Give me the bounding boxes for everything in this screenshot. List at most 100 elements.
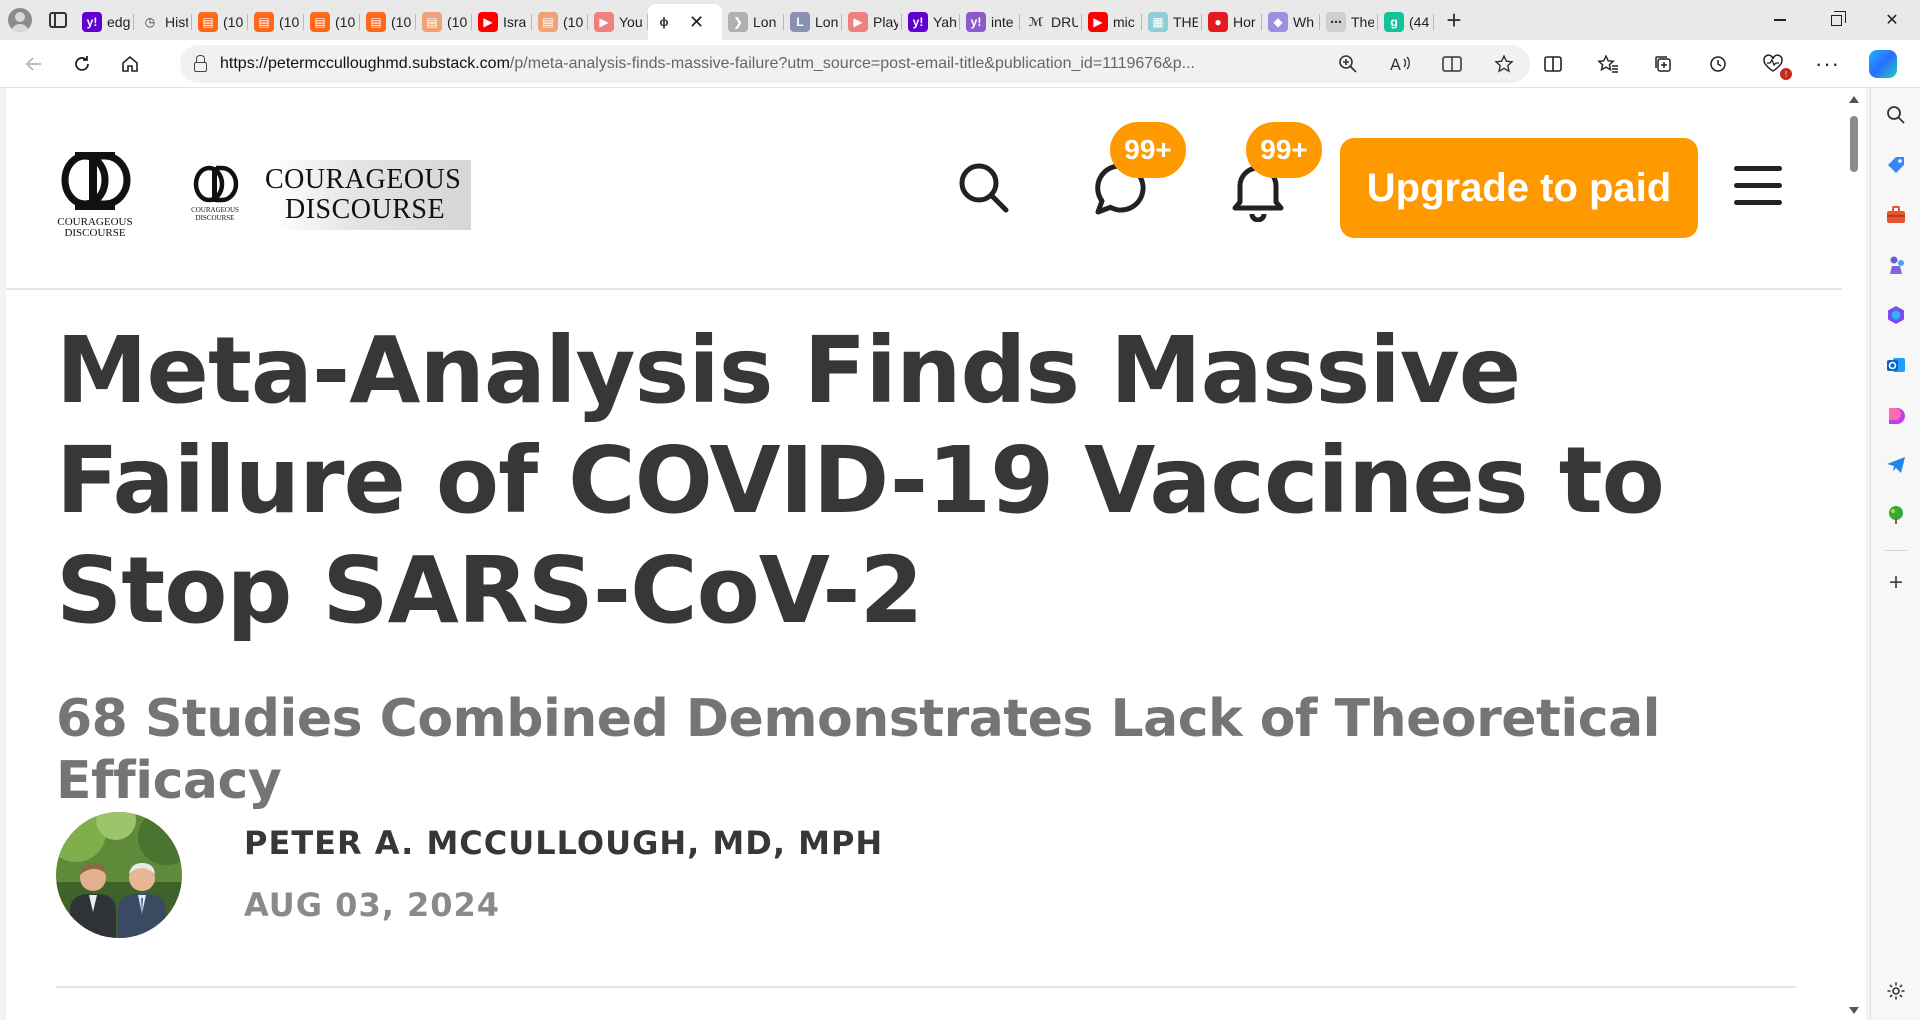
- post-title: Meta-Analysis Finds Massive Failure of C…: [56, 317, 1665, 644]
- hamburger-line: [1734, 166, 1782, 171]
- profile-button[interactable]: [0, 0, 40, 40]
- copilot-button[interactable]: [1855, 44, 1910, 84]
- browser-tab[interactable]: ⋯ The: [1320, 6, 1378, 38]
- tab-title: edg: [107, 14, 130, 30]
- new-tab-button[interactable]: +: [1434, 0, 1474, 40]
- svg-text:A: A: [1390, 55, 1401, 74]
- browser-essentials-button[interactable]: !: [1745, 44, 1800, 84]
- upgrade-to-paid-button[interactable]: Upgrade to paid: [1340, 138, 1698, 238]
- substack-icon: ▤: [422, 12, 442, 32]
- tab-title: (10: [447, 14, 468, 30]
- browser-tab[interactable]: ◷ Hist: [134, 6, 192, 38]
- browser-tab[interactable]: ▤ (10: [360, 6, 416, 38]
- tab-title: inte: [991, 14, 1014, 30]
- sidebar-m365-button[interactable]: [1883, 302, 1909, 328]
- scroll-down-icon[interactable]: [1849, 1007, 1859, 1014]
- site-info-button[interactable]: [180, 54, 220, 72]
- history-button[interactable]: [1690, 44, 1745, 84]
- courageous-discourse-icon: ϕ: [654, 12, 674, 32]
- browser-tab[interactable]: y! edg: [76, 6, 134, 38]
- settings-more-button[interactable]: ···: [1800, 44, 1855, 84]
- tab-title: Hist: [165, 14, 188, 30]
- collections-button[interactable]: [1635, 44, 1690, 84]
- browser-tab[interactable]: ▤ (10: [192, 6, 248, 38]
- scroll-up-icon[interactable]: [1849, 96, 1859, 103]
- url-host: https://petermcculloughmd.substack.com: [220, 55, 510, 72]
- svg-text:DISCOURSE: DISCOURSE: [64, 227, 125, 239]
- yahoo-icon: y!: [966, 12, 986, 32]
- scroll-thumb[interactable]: [1850, 116, 1858, 172]
- browser-tab[interactable]: g (44: [1378, 6, 1434, 38]
- search-icon[interactable]: [956, 160, 1010, 214]
- yahoo-icon: y!: [908, 12, 928, 32]
- browser-tab[interactable]: ▶ mic: [1082, 6, 1142, 38]
- wordmark-text: COURAGEOUS DISCOURSE: [265, 165, 461, 225]
- browser-tab[interactable]: ▶ You: [588, 6, 648, 38]
- browser-tab[interactable]: ● Hor: [1202, 6, 1262, 38]
- chess-piece-icon: [1890, 256, 1904, 274]
- browser-tab[interactable]: ▶ Isra: [472, 6, 532, 38]
- browser-tab[interactable]: ϕ ✕: [648, 4, 722, 40]
- sidebar-add-button[interactable]: +: [1883, 569, 1909, 596]
- tab-title: You: [619, 14, 643, 30]
- tab-actions-button[interactable]: [40, 0, 76, 40]
- read-aloud-button[interactable]: A: [1374, 46, 1426, 82]
- home-icon: [122, 55, 138, 72]
- browser-tab[interactable]: ▶ Play: [842, 6, 902, 38]
- sidebar-settings-button[interactable]: [1883, 978, 1909, 1004]
- substack-icon: ▤: [538, 12, 558, 32]
- sidebar-shopping-button[interactable]: [1883, 152, 1909, 178]
- url-text[interactable]: https://petermcculloughmd.substack.com/p…: [220, 55, 1305, 73]
- back-button[interactable]: [10, 44, 58, 84]
- minimize-button[interactable]: [1752, 0, 1808, 40]
- sidebar-search-button[interactable]: [1883, 102, 1909, 128]
- hamburger-line: [1734, 200, 1782, 205]
- browser-tab[interactable]: ▤ (10: [532, 6, 588, 38]
- collections-icon: [1654, 56, 1671, 72]
- browser-tab[interactable]: L Lon: [784, 6, 842, 38]
- favorites-button[interactable]: [1580, 44, 1635, 84]
- svg-text:DISCOURSE: DISCOURSE: [196, 214, 235, 222]
- refresh-button[interactable]: [58, 44, 106, 84]
- sidebar-copilot-designer-button[interactable]: [1883, 402, 1909, 428]
- history-icon: ◷: [140, 12, 160, 32]
- sidebar-telegram-button[interactable]: [1883, 452, 1909, 478]
- zoom-button[interactable]: [1322, 46, 1374, 82]
- split-screen-icon: [1543, 56, 1562, 72]
- close-window-button[interactable]: ✕: [1864, 0, 1920, 40]
- courageous-discourse-logo-icon[interactable]: COURAGEOUS DISCOURSE: [55, 150, 135, 240]
- author-name-link[interactable]: PETER A. MCCULLOUGH, MD, MPH: [244, 824, 883, 862]
- sidebar-games-button[interactable]: [1883, 252, 1909, 278]
- page-scrollbar[interactable]: [1842, 88, 1866, 1020]
- browser-tab[interactable]: ▤ (10: [304, 6, 360, 38]
- sidebar-tree-button[interactable]: [1883, 502, 1909, 528]
- split-screen-button[interactable]: [1525, 44, 1580, 84]
- sidebar-outlook-button[interactable]: [1883, 352, 1909, 378]
- author-avatar[interactable]: [56, 812, 182, 938]
- browser-tab[interactable]: ℳ DRU: [1020, 6, 1082, 38]
- close-tab-icon[interactable]: ✕: [689, 13, 704, 31]
- yahoo-icon: y!: [82, 12, 102, 32]
- restore-button[interactable]: [1808, 0, 1864, 40]
- browser-tab[interactable]: ▤ (10: [248, 6, 304, 38]
- tag-icon: [1888, 157, 1904, 173]
- courageous-discourse-wordmark[interactable]: COURAGEOUS DISCOURSE COURAGEOUS DISCOURS…: [181, 160, 471, 230]
- browser-tab[interactable]: y! inte: [960, 6, 1020, 38]
- favorite-star-button[interactable]: [1478, 46, 1530, 82]
- home-button[interactable]: [106, 44, 154, 84]
- substack-icon: ▤: [254, 12, 274, 32]
- address-bar[interactable]: https://petermcculloughmd.substack.com/p…: [180, 45, 1530, 83]
- browser-tab[interactable]: ◆ Wh: [1262, 6, 1320, 38]
- browser-tab[interactable]: y! Yah: [902, 6, 960, 38]
- immersive-reader-button[interactable]: [1426, 46, 1478, 82]
- history-icon: [1709, 56, 1726, 72]
- menu-hamburger-icon[interactable]: [1734, 166, 1782, 206]
- window-controls: ✕: [1752, 0, 1920, 40]
- tab-strip: y! edg ◷ Hist ▤ (10 ▤ (10 ▤ (10 ▤ (10 ▤ (10 ▶ Isra ▤ (10 ▶…: [0, 0, 1920, 40]
- shield-icon: ◆: [1268, 12, 1288, 32]
- browser-tab[interactable]: ▦ THE: [1142, 6, 1202, 38]
- sidebar-tools-button[interactable]: [1883, 202, 1909, 228]
- browser-tab[interactable]: ▤ (10: [416, 6, 472, 38]
- browser-tab[interactable]: ❯ Lon: [722, 6, 784, 38]
- grammarly-icon: g: [1384, 12, 1404, 32]
